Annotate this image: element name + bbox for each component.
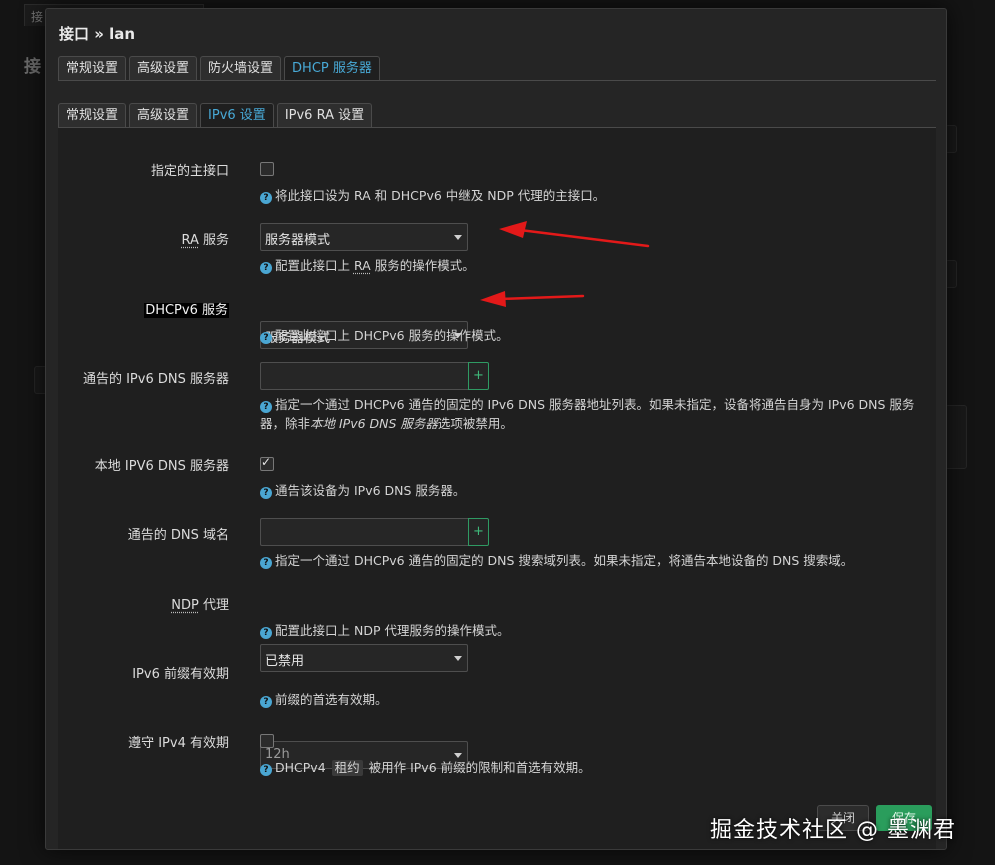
arrow-dhcpv6-service — [480, 291, 585, 307]
arrow-ra-service — [499, 221, 650, 248]
annotation-arrows — [480, 221, 650, 307]
watermark: 掘金技术社区 @ 墨渊君 — [710, 818, 956, 843]
